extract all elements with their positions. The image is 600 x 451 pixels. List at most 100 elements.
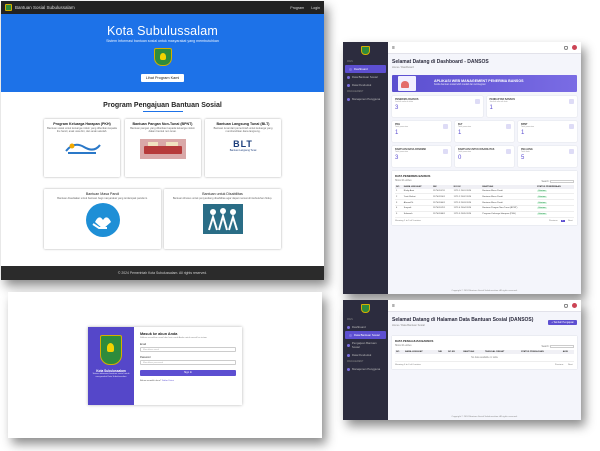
menu-toggle-icon[interactable]: ≡ bbox=[392, 45, 564, 51]
section-title: Program Pengajuan Bantuan Sosial bbox=[103, 102, 222, 109]
register-text: Belum memiliki akun? bbox=[140, 379, 162, 382]
sidebar-item-data-bantuan[interactable]: Data Bantuan Sosial bbox=[345, 331, 386, 339]
add-submission-button[interactable]: + Tambah Pengajuan bbox=[548, 320, 577, 325]
sidebar-item-manajemen[interactable]: Manajemen Pengguna bbox=[343, 365, 388, 373]
folder-icon bbox=[349, 333, 352, 337]
hero-section: Kota Subulussalam Sistem Informasi bantu… bbox=[1, 14, 324, 92]
nav-link-login[interactable]: Login bbox=[311, 6, 320, 10]
sidebar-item-manajemen[interactable]: Manajemen Pengguna bbox=[343, 95, 388, 103]
pagination: Previous 1 Next bbox=[547, 219, 575, 222]
illustration-icon bbox=[398, 76, 416, 91]
bantuan-data-screenshot: MAIN Dashboard Data Bantuan Sosial Penga… bbox=[343, 300, 581, 420]
sidebar-section: MAIN bbox=[347, 61, 353, 63]
login-heading: Masuk ke akun Anda bbox=[140, 332, 178, 336]
login-subheading: Silakan masukkan email dan kata sandi An… bbox=[140, 337, 207, 339]
page-1-button[interactable]: 1 bbox=[560, 219, 565, 222]
sidebar: MAIN Dashboard Data Bantuan Sosial Data … bbox=[343, 42, 388, 294]
next-page-button[interactable]: Next bbox=[567, 220, 575, 222]
dashboard-screenshot: MAIN Dashboard Data Bantuan Sosial Data … bbox=[343, 42, 581, 294]
program-cards-row-1: Program Keluarga Harapan (PKH) Bantuan s… bbox=[1, 119, 324, 177]
sidebar: MAIN Dashboard Data Bantuan Sosial Penga… bbox=[343, 300, 388, 420]
recipients-table-card: DATA PENERIMA BANSOS Show 10 entries Sea… bbox=[392, 171, 577, 225]
nav-link-program[interactable]: Program bbox=[290, 6, 304, 10]
city-emblem-icon bbox=[5, 4, 12, 11]
chart-icon bbox=[569, 99, 574, 104]
chart-icon bbox=[443, 149, 448, 154]
next-page-button[interactable]: Next bbox=[567, 364, 575, 366]
disability-icon bbox=[202, 204, 243, 234]
program-card-disabilitas[interactable]: Bantuan untuk Disabilitas Bantuan khusus… bbox=[164, 189, 281, 249]
register-link[interactable]: Daftar Disini bbox=[162, 380, 174, 382]
bell-icon[interactable] bbox=[564, 303, 568, 308]
stats-row-3: BANTUAN MASA PANDEMI Total penerima 3 BANT… bbox=[392, 146, 577, 167]
bell-icon[interactable] bbox=[564, 45, 568, 50]
sidebar-item-dashboard[interactable]: Dashboard bbox=[343, 323, 388, 331]
user-cog-icon bbox=[347, 367, 350, 371]
user-cog-icon bbox=[347, 97, 350, 101]
submissions-table: NO NAMA LENGKAP NIK NO KK BANTUAN TANGGAL DIB… bbox=[395, 350, 574, 362]
sidebar-item-dashboard[interactable]: Dashboard bbox=[345, 65, 386, 73]
sidebar-item-pengajuan[interactable]: Pengajuan Bantuan Sosial bbox=[343, 339, 388, 351]
program-card-blt[interactable]: Bantuan Langsung Tunai (BLT) Bantuan tun… bbox=[205, 119, 281, 177]
pagination-bar: Showing 0 to 0 of 0 entries Previous Nex… bbox=[395, 364, 574, 366]
city-emblem-icon bbox=[361, 46, 370, 55]
sidebar-item-data-penduduk[interactable]: Data Penduduk bbox=[343, 81, 388, 89]
login-screenshot: Kota Subulussalam Sistem informasi bantu… bbox=[8, 292, 322, 438]
prev-page-button[interactable]: Previous bbox=[553, 364, 565, 366]
chart-icon bbox=[474, 99, 480, 104]
entries-select[interactable]: Show 10 entries bbox=[395, 180, 411, 183]
program-desc: Bantuan sosial untuk keluarga miskin yan… bbox=[47, 127, 117, 133]
stat-sub: Jumlah seluruh data bbox=[489, 101, 508, 103]
search-input[interactable] bbox=[550, 345, 574, 348]
prev-page-button[interactable]: Previous bbox=[548, 220, 560, 222]
login-form: Masuk ke akun Anda Silakan masukkan emai… bbox=[134, 327, 242, 405]
program-title: Bantuan Langsung Tunai (BLT) bbox=[216, 122, 270, 126]
stat-sub: Jumlah seluruh data bbox=[395, 101, 414, 103]
email-field[interactable]: Masukkan email bbox=[140, 347, 236, 352]
helping-hand-icon bbox=[85, 203, 120, 237]
divider bbox=[142, 111, 183, 112]
blt-logo-icon: BLT Bantuan Langsung Tunai bbox=[223, 139, 263, 152]
table-cell: 5 bbox=[395, 211, 403, 218]
search-input[interactable] bbox=[550, 180, 574, 183]
brand-name[interactable]: Bantuan Sosial Subulussalam bbox=[15, 5, 284, 10]
view-programs-button[interactable]: Lihat Program Kami bbox=[140, 74, 185, 82]
stat-sub: Total penerima bbox=[395, 126, 409, 128]
search-label: Search: bbox=[541, 181, 550, 184]
sidebar-item-label: Data Penduduk bbox=[352, 353, 372, 357]
chart-icon bbox=[506, 124, 511, 129]
program-card-bpnt[interactable]: Bantuan Pangan Non-Tunai (BPNT) Bantuan … bbox=[124, 119, 201, 177]
table-cell: Diterima bbox=[535, 211, 574, 218]
stat-sub: Total data bbox=[521, 151, 530, 153]
pagination: Previous Next bbox=[552, 364, 574, 366]
stat-sub: Total penerima bbox=[458, 151, 472, 153]
login-card: Kota Subulussalam Sistem informasi bantu… bbox=[88, 327, 242, 405]
stat-value: 3 bbox=[395, 155, 399, 161]
pkh-logo-icon bbox=[65, 143, 101, 154]
dashboard-icon bbox=[349, 67, 352, 71]
submissions-table-card: DATA PENGAJUAN BANSOS Show 10 entries Se… bbox=[392, 336, 577, 369]
menu-toggle-icon[interactable]: ≡ bbox=[392, 303, 564, 309]
program-card-pandemi[interactable]: Bantuan Masa Pandi Bantuan disediakan un… bbox=[44, 189, 161, 249]
program-card-pkh[interactable]: Program Keluarga Harapan (PKH) Bantuan s… bbox=[44, 119, 120, 177]
landing-footer: © 2024 Pemerintah Kota Subulussalam. All… bbox=[1, 266, 324, 280]
avatar[interactable] bbox=[572, 303, 577, 308]
sign-in-button[interactable]: Sign In bbox=[140, 370, 236, 376]
dashboard-icon bbox=[347, 325, 350, 329]
table-row: 5 Salamah 1175010801 1175 5 2005 2024 Progra… bbox=[395, 211, 574, 218]
sidebar-item-data-penduduk[interactable]: Data Penduduk bbox=[343, 351, 388, 359]
chart-icon bbox=[506, 149, 511, 154]
entries-select[interactable]: Show 10 entries bbox=[395, 345, 411, 348]
bpnt-photo-icon bbox=[139, 139, 186, 159]
program-desc: Bantuan tunai dari pemerintah untuk kelu… bbox=[213, 127, 273, 133]
sidebar-item-label: Manajemen Pengguna bbox=[352, 367, 381, 371]
stat-sub: Total penerima bbox=[395, 151, 409, 153]
sidebar-item-data-bantuan[interactable]: Data Bantuan Sosial bbox=[343, 73, 388, 81]
breadcrumb: Home / Dashboard bbox=[392, 66, 414, 69]
password-field[interactable]: Masukkan password bbox=[140, 360, 236, 365]
stat-card: PENERIMA BANSOS Jumlah seluruh data 3 bbox=[392, 96, 483, 117]
table-title: DATA PENERIMA BANSOS bbox=[395, 174, 431, 178]
avatar[interactable] bbox=[572, 45, 577, 50]
table-controls: Show 10 entries Search: bbox=[395, 345, 574, 348]
sidebar-item-label: Data Penduduk bbox=[352, 83, 372, 87]
